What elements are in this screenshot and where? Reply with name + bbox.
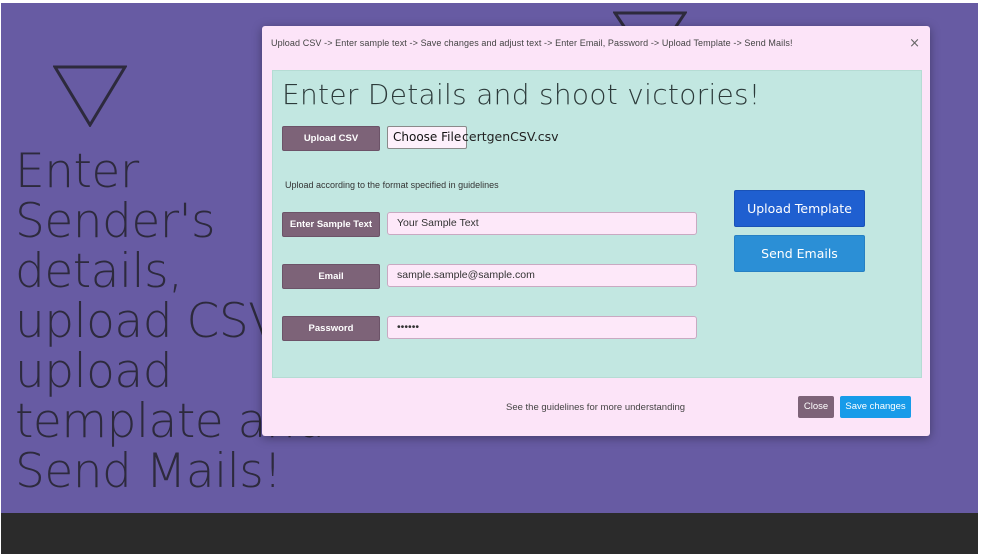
bottom-bar bbox=[1, 513, 978, 554]
email-field[interactable]: sample.sample@sample.com bbox=[387, 264, 697, 287]
close-icon[interactable]: × bbox=[909, 36, 920, 51]
upload-modal: Upload CSV -> Enter sample text -> Save … bbox=[262, 26, 930, 436]
sample-text-label: Enter Sample Text bbox=[282, 212, 380, 237]
password-label: Password bbox=[282, 316, 380, 341]
panel-title: Enter Details and shoot victories! bbox=[282, 78, 761, 111]
sample-text-input[interactable]: Your Sample Text bbox=[387, 212, 697, 235]
close-button[interactable]: Close bbox=[798, 396, 834, 418]
selected-file-name: certgenCSV.csv bbox=[462, 129, 559, 144]
send-emails-button[interactable]: Send Emails bbox=[734, 235, 865, 272]
upload-csv-label[interactable]: Upload CSV bbox=[282, 126, 380, 151]
details-panel: Enter Details and shoot victories! Uploa… bbox=[272, 70, 922, 378]
triangle-decoration-left bbox=[53, 65, 127, 127]
save-changes-button[interactable]: Save changes bbox=[840, 396, 911, 418]
password-field[interactable]: •••••• bbox=[387, 316, 697, 339]
upload-template-button[interactable]: Upload Template bbox=[734, 190, 865, 227]
choose-file-button[interactable]: Choose File bbox=[387, 126, 468, 149]
guidelines-text: See the guidelines for more understandin… bbox=[506, 402, 686, 413]
upload-hint: Upload according to the format specified… bbox=[285, 180, 499, 190]
email-label: Email bbox=[282, 264, 380, 289]
steps-breadcrumb: Upload CSV -> Enter sample text -> Save … bbox=[271, 38, 793, 48]
